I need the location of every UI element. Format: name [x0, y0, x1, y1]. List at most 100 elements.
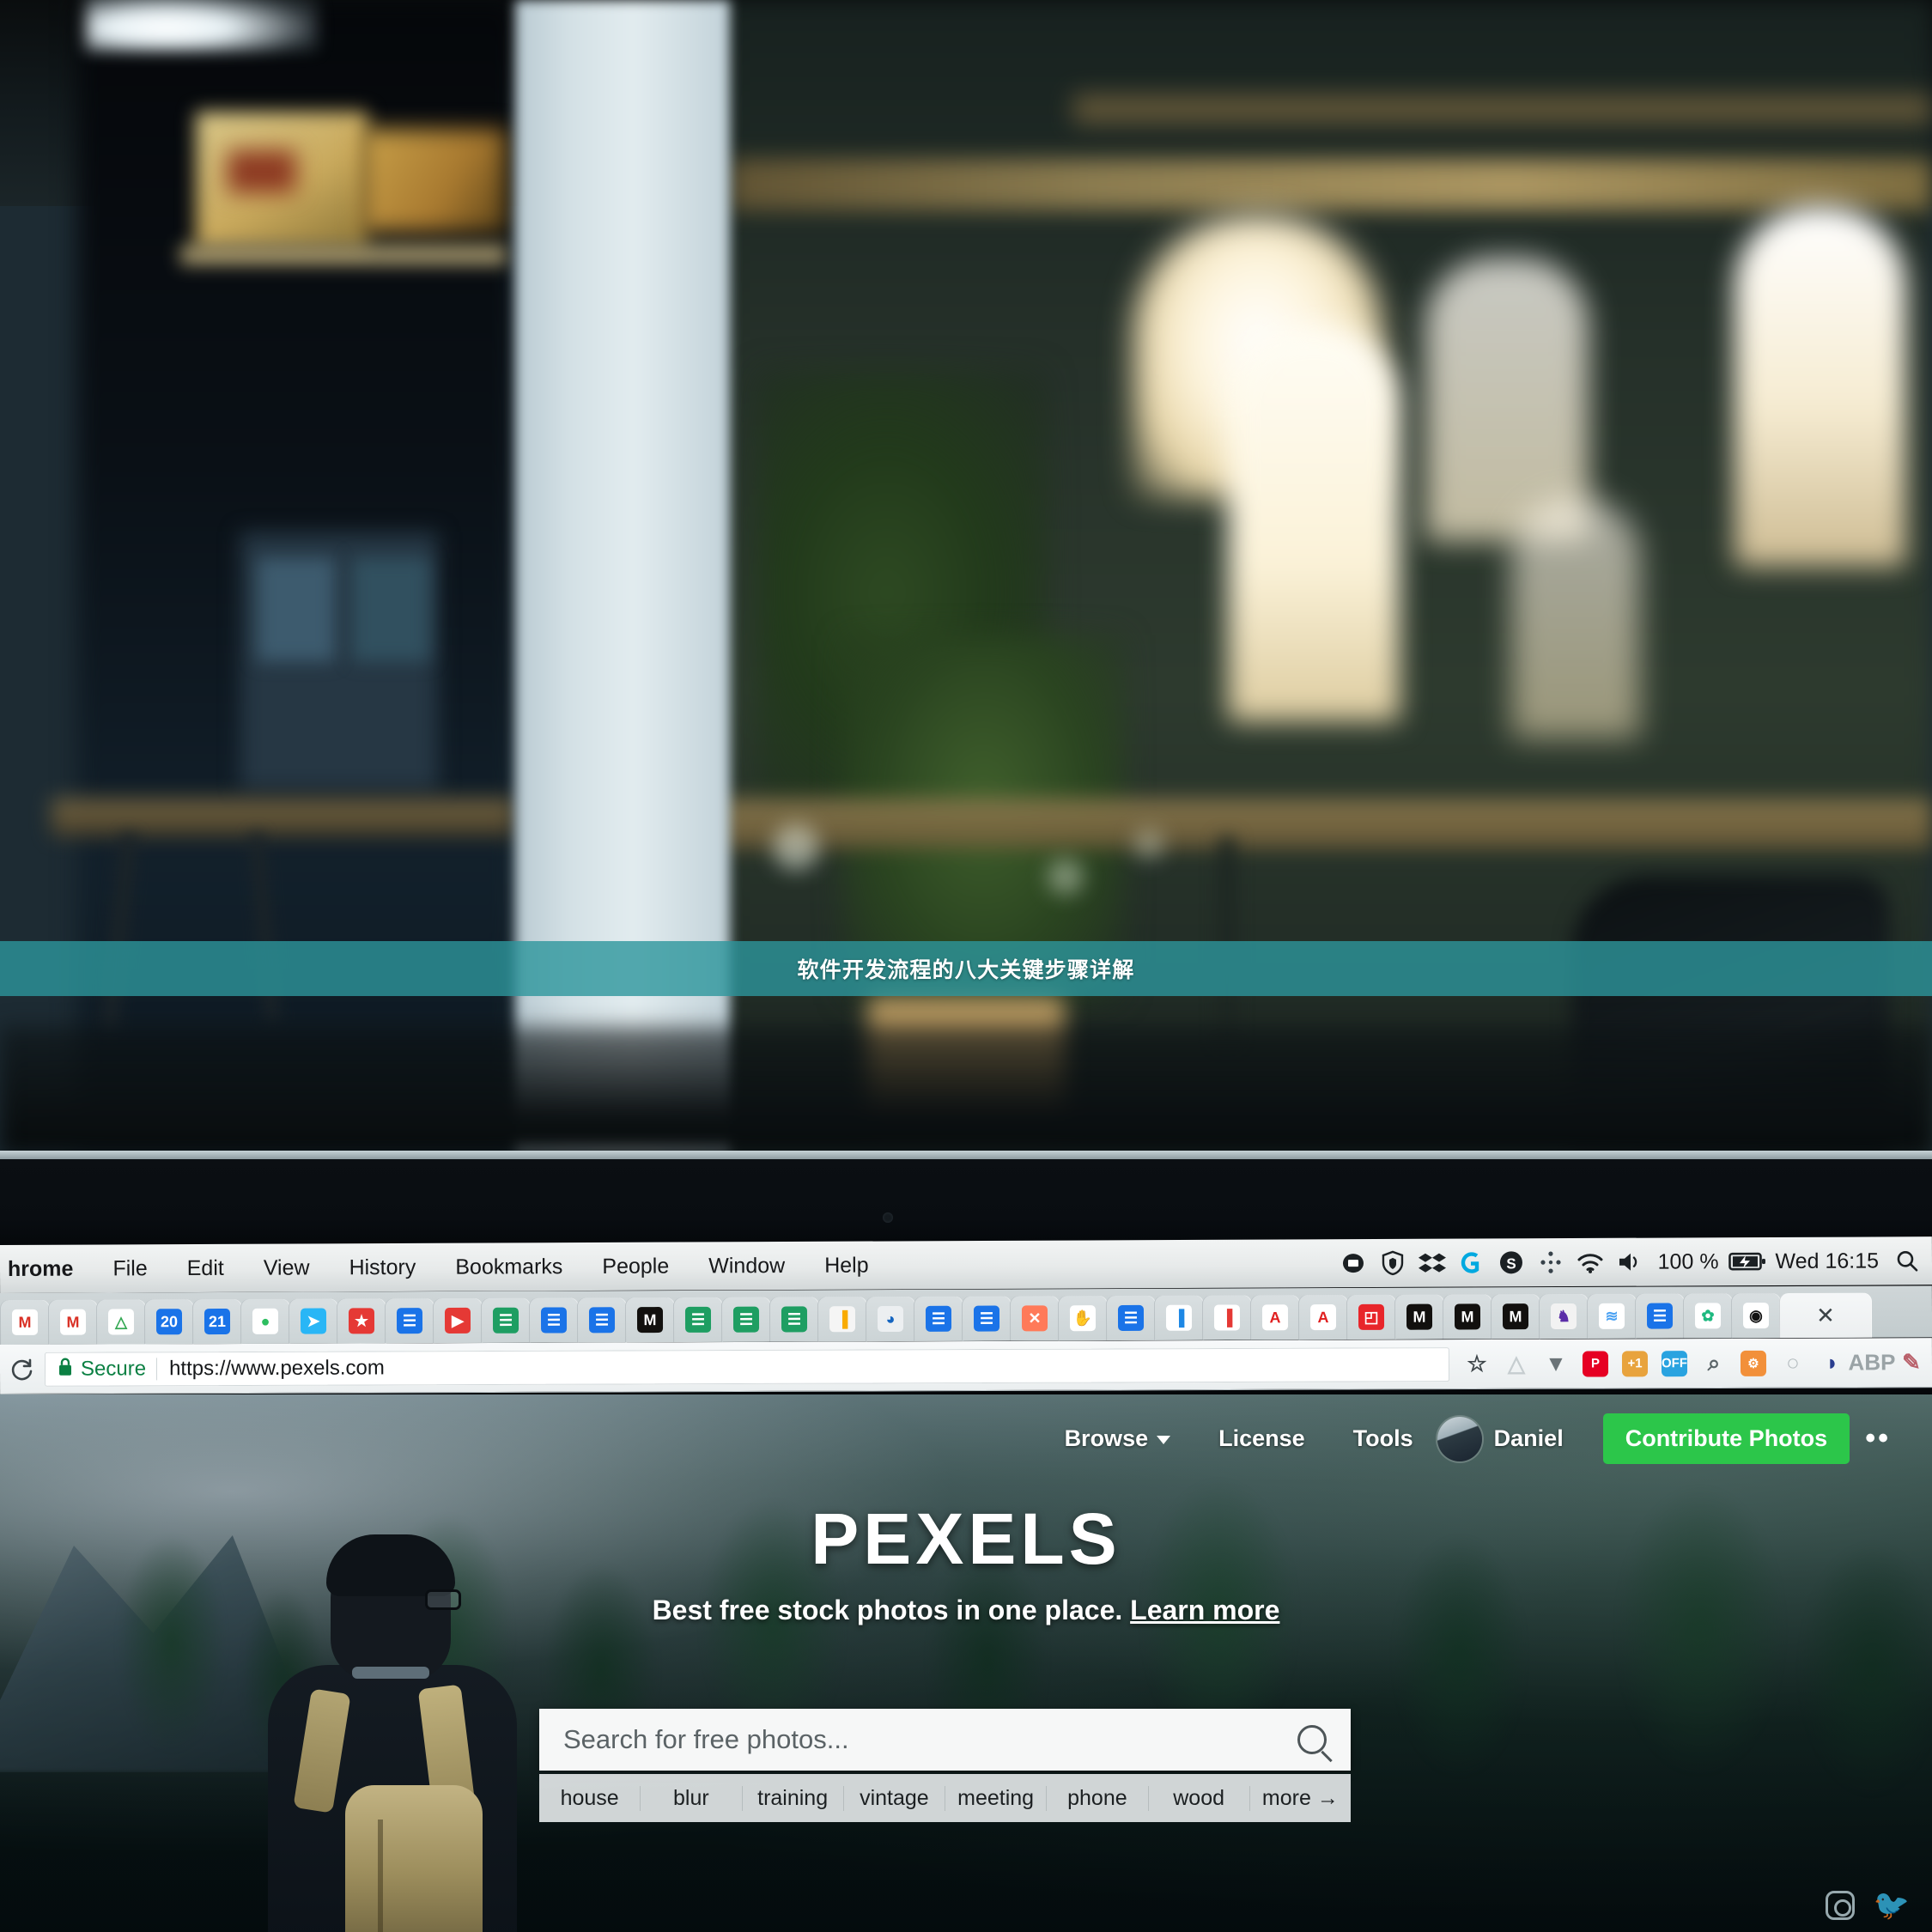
tab-google-sheets[interactable]: ☰: [480, 1297, 532, 1343]
nav-tools[interactable]: Tools: [1329, 1425, 1437, 1452]
circle-icon[interactable]: ○: [1774, 1346, 1812, 1379]
tab-chart-bars[interactable]: ▐: [1153, 1295, 1205, 1340]
tab-google-docs[interactable]: ☰: [528, 1297, 580, 1343]
tag-chip-house[interactable]: house: [539, 1785, 641, 1811]
close-icon[interactable]: ✕: [1816, 1302, 1835, 1328]
dropbox-camera-icon[interactable]: [1334, 1246, 1373, 1280]
notes-icon[interactable]: ✎: [1893, 1346, 1930, 1379]
tab-search-tool[interactable]: ◕: [865, 1296, 916, 1342]
omnibox[interactable]: Secure https://www.pexels.com: [44, 1346, 1450, 1387]
tab-google-sheets[interactable]: ☰: [672, 1297, 724, 1342]
instagram-icon[interactable]: [1825, 1891, 1855, 1920]
off-toggle-icon[interactable]: OFF: [1656, 1347, 1693, 1380]
battery-charging-icon[interactable]: [1727, 1244, 1766, 1279]
tag-chip-training[interactable]: training: [743, 1785, 844, 1811]
twitter-icon[interactable]: 🐦: [1874, 1891, 1910, 1920]
menu-view[interactable]: View: [244, 1255, 330, 1280]
nav-license[interactable]: License: [1194, 1425, 1329, 1452]
tab-google-docs[interactable]: ☰: [576, 1297, 628, 1343]
tab-medium[interactable]: M: [1490, 1294, 1541, 1340]
tab-google-docs[interactable]: ☰: [913, 1296, 964, 1341]
tab-adobe[interactable]: A: [1297, 1294, 1349, 1340]
user-name[interactable]: Daniel: [1494, 1425, 1588, 1452]
tab-google-docs[interactable]: ☰: [961, 1296, 1012, 1341]
tab-medium[interactable]: M: [624, 1297, 676, 1343]
bookmark-star-icon[interactable]: ☆: [1458, 1347, 1496, 1380]
tag-chip-wood[interactable]: wood: [1149, 1785, 1250, 1811]
skype-icon[interactable]: S: [1492, 1245, 1531, 1279]
chevron-down-icon: [1157, 1435, 1171, 1444]
logitech-icon[interactable]: [1452, 1245, 1492, 1279]
tab-medium[interactable]: M: [1442, 1294, 1493, 1340]
tab-pexels-green[interactable]: ✿: [1682, 1293, 1734, 1339]
pexels-site-nav: Browse License Tools Daniel Contribute P…: [1041, 1413, 1906, 1464]
reload-icon[interactable]: [0, 1356, 45, 1382]
plus-one-icon[interactable]: +1: [1616, 1347, 1654, 1380]
menu-chrome[interactable]: hrome: [0, 1256, 93, 1282]
menu-history[interactable]: History: [329, 1255, 435, 1280]
nav-browse[interactable]: Browse: [1041, 1425, 1195, 1452]
honey-icon[interactable]: ◗: [1814, 1346, 1851, 1379]
tab-adobe-red[interactable]: ◰: [1346, 1294, 1397, 1340]
tab-pexels[interactable]: ✕: [1778, 1292, 1873, 1339]
pexels-green-icon: ✿: [1694, 1303, 1722, 1329]
tab-camera-shutter[interactable]: ◉: [1730, 1293, 1782, 1339]
wall-picture-1-detail: [228, 150, 296, 193]
tab-google-docs[interactable]: ☰: [1105, 1295, 1157, 1341]
tab-hand-tool[interactable]: ✋: [1057, 1296, 1109, 1341]
volume-icon[interactable]: [1610, 1245, 1649, 1279]
pocket-icon[interactable]: ▼: [1537, 1347, 1575, 1380]
tab-trello-star[interactable]: ★: [336, 1298, 387, 1344]
menu-bookmarks[interactable]: Bookmarks: [435, 1255, 582, 1280]
menu-people[interactable]: People: [582, 1254, 689, 1279]
wifi-icon[interactable]: [1571, 1245, 1610, 1279]
floor-shadow: [0, 1026, 1932, 1151]
menu-file[interactable]: File: [93, 1256, 167, 1281]
tag-chip-vintage[interactable]: vintage: [844, 1785, 945, 1811]
tab-google-calendar-20[interactable]: 20: [143, 1299, 195, 1345]
tab-gmail[interactable]: M: [0, 1299, 51, 1345]
learn-more-link[interactable]: Learn more: [1130, 1595, 1279, 1625]
tab-medium[interactable]: M: [1394, 1294, 1445, 1340]
contribute-photos-button[interactable]: Contribute Photos: [1602, 1413, 1850, 1464]
tag-chip-meeting[interactable]: meeting: [945, 1785, 1048, 1811]
drive-icon[interactable]: △: [1498, 1347, 1535, 1380]
adblock-icon[interactable]: ABP: [1848, 1346, 1895, 1379]
tab-google-analytics[interactable]: ▐: [817, 1297, 868, 1342]
pinterest-icon[interactable]: P: [1577, 1347, 1614, 1380]
magnify-icon[interactable]: ⌕: [1695, 1346, 1733, 1379]
shield-icon[interactable]: [1373, 1246, 1413, 1280]
search-icon[interactable]: [1297, 1725, 1327, 1754]
tab-steemit[interactable]: ≋: [1586, 1293, 1637, 1339]
tag-chip-phone[interactable]: phone: [1047, 1785, 1149, 1811]
overflow-menu-button[interactable]: ••: [1850, 1422, 1906, 1455]
search-placeholder: Search for free photos...: [563, 1724, 849, 1754]
spotlight-search-icon[interactable]: [1887, 1243, 1927, 1278]
tab-hubspot[interactable]: ✕: [1009, 1296, 1060, 1341]
tab-adobe[interactable]: A: [1249, 1295, 1301, 1340]
tab-gmail[interactable]: M: [47, 1299, 99, 1345]
tab-google-calendar-21[interactable]: 21: [191, 1298, 243, 1345]
tab-evernote[interactable]: ●: [240, 1298, 291, 1344]
tab-google-drive[interactable]: △: [95, 1299, 147, 1345]
tab-google-docs[interactable]: ☰: [384, 1298, 435, 1344]
tag-chip-blur[interactable]: blur: [641, 1785, 743, 1811]
dropbox-icon[interactable]: [1413, 1246, 1452, 1280]
menu-help[interactable]: Help: [805, 1253, 889, 1278]
google-docs-icon: ☰: [396, 1308, 423, 1334]
hubspot-icon[interactable]: ⚙: [1735, 1346, 1772, 1379]
avatar[interactable]: [1437, 1416, 1482, 1461]
tab-google-sheets[interactable]: ☰: [720, 1297, 772, 1342]
tab-youtube[interactable]: ▶: [432, 1297, 483, 1344]
tab-google-docs[interactable]: ☰: [1634, 1293, 1686, 1339]
tab-horse-icon[interactable]: ♞: [1538, 1293, 1589, 1340]
tab-chart-red[interactable]: ▐: [1201, 1295, 1253, 1340]
search-input[interactable]: Search for free photos...: [539, 1709, 1351, 1771]
menu-window[interactable]: Window: [689, 1253, 805, 1279]
tab-telegram[interactable]: ➤: [288, 1298, 339, 1344]
menu-edit[interactable]: Edit: [167, 1255, 244, 1280]
tag-chip-more[interactable]: more →: [1250, 1786, 1351, 1811]
tab-google-sheets[interactable]: ☰: [769, 1297, 820, 1342]
url-text[interactable]: https://www.pexels.com: [169, 1356, 385, 1381]
bluetooth-icon[interactable]: [1531, 1245, 1571, 1279]
